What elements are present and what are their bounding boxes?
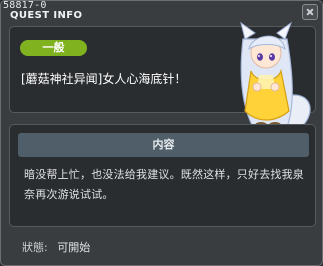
- quest-info-window: 58817-0 QUEST INFO 一般 [蘑菇神社异闻]女人心海底针！ 内容…: [0, 0, 323, 266]
- window-title: QUEST INFO: [10, 10, 83, 21]
- quest-category-badge: 一般: [20, 40, 87, 56]
- npc-portrait-icon: [240, 21, 311, 130]
- content-header: 内容: [18, 133, 309, 157]
- close-icon[interactable]: [302, 4, 318, 20]
- quest-content-panel: 内容 暗没帮上忙，也没法给我建议。既然这样，只好去找我泉奈再次游说试试。: [9, 124, 316, 227]
- status-label: 狀態:: [22, 241, 48, 254]
- quest-name: [蘑菇神社异闻]女人心海底针！: [21, 72, 187, 86]
- status-value: 可開始: [57, 241, 91, 254]
- status-line: 狀態: 可開始: [22, 239, 90, 255]
- content-text: 暗没帮上忙，也没法给我建议。既然这样，只好去找我泉奈再次游说试试。: [24, 168, 304, 201]
